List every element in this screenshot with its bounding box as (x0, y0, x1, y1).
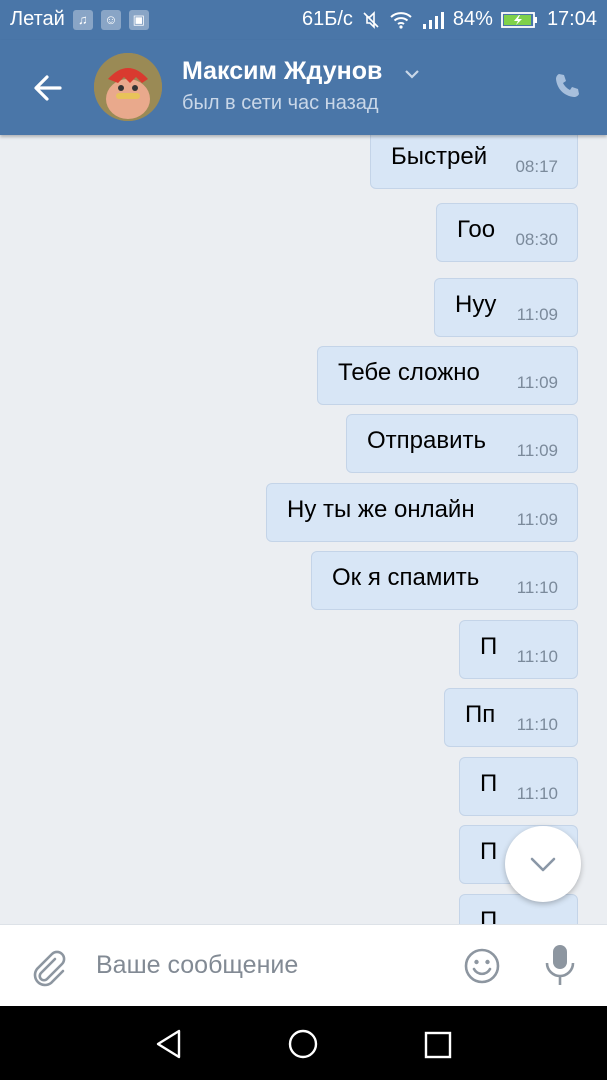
message-time: 11:09 (516, 305, 558, 324)
microphone-icon[interactable] (542, 943, 578, 989)
chat-header: Максим Ждунов был в сети час назад (0, 40, 607, 135)
emoji-icon[interactable] (463, 947, 501, 985)
avatar-image (94, 53, 162, 121)
message-bubble[interactable]: Ну ты же онлайн 11:09 (266, 483, 578, 542)
paperclip-icon[interactable] (28, 947, 68, 987)
message-text: Ок я спамить (332, 564, 480, 591)
message-time: 11:09 (516, 510, 558, 529)
clock: 17:04 (546, 8, 597, 30)
message-composer: Ваше сообщение (0, 924, 607, 1006)
contact-status: был в сети час назад (182, 92, 379, 114)
home-circle-icon[interactable] (287, 1028, 319, 1060)
message-time: 11:10 (516, 715, 558, 734)
battery-icon (501, 11, 537, 28)
message-bubble[interactable]: Тебе сложно 11:09 (317, 346, 578, 405)
wifi-icon (390, 11, 412, 29)
message-bubble[interactable]: П 11:10 (459, 620, 578, 679)
message-bubble[interactable]: Гоо 08:30 (436, 203, 578, 262)
message-text: Гоо (457, 216, 496, 243)
message-bubble[interactable]: Быстрей 08:17 (370, 135, 578, 189)
message-list[interactable]: Быстрей 08:17 Гоо 08:30 Нуу 11:09 Тебе слож… (0, 135, 607, 924)
mute-icon (363, 10, 379, 29)
recent-apps-icon[interactable] (423, 1030, 453, 1060)
message-time: 11:10 (516, 784, 558, 803)
message-text: Тебе сложно (338, 359, 480, 386)
message-input[interactable]: Ваше сообщение (96, 951, 298, 980)
status-right: 61Б/с 84% 17:04 (302, 8, 597, 31)
message-bubble[interactable]: Нуу 11:09 (434, 278, 578, 337)
status-left: Летай ♫ ☺ ▣ (10, 8, 149, 31)
contact-name[interactable]: Максим Ждунов (182, 57, 382, 86)
network-speed: 61Б/с (301, 8, 353, 30)
message-time: 08:17 (515, 157, 558, 176)
message-text: Отправить (367, 427, 487, 454)
carrier-name: Летай (10, 8, 65, 30)
status-bar: Летай ♫ ☺ ▣ 61Б/с 84% 17:04 (0, 0, 607, 40)
battery-percent: 84% (452, 8, 493, 30)
message-time: 11:09 (516, 373, 558, 392)
message-bubble[interactable]: Отправить 11:09 (346, 414, 578, 473)
message-time: 11:09 (516, 441, 558, 460)
message-bubble[interactable]: П (459, 894, 578, 924)
music-icon: ♫ (72, 9, 93, 30)
back-arrow-icon[interactable] (28, 68, 68, 108)
scroll-down-button[interactable] (505, 826, 581, 902)
back-triangle-icon[interactable] (153, 1028, 185, 1060)
message-text: П (480, 633, 498, 660)
message-time: 11:10 (516, 647, 558, 666)
message-text: П (480, 838, 498, 865)
message-text: Быстрей (391, 143, 488, 170)
system-navigation-bar (0, 1006, 607, 1080)
message-text: Пп (465, 701, 496, 728)
message-text: П (480, 907, 498, 924)
message-bubble[interactable]: Ок я спамить 11:10 (311, 551, 578, 610)
signal-icon (422, 11, 444, 29)
phone-icon[interactable] (551, 70, 583, 102)
chevron-down-icon (530, 857, 556, 872)
image-icon: ▣ (128, 9, 149, 30)
avatar[interactable] (94, 53, 162, 121)
message-text: Ну ты же онлайн (287, 496, 475, 523)
message-bubble[interactable]: П 11:10 (459, 757, 578, 816)
chevron-down-icon[interactable] (402, 64, 422, 84)
message-bubble[interactable]: Пп 11:10 (444, 688, 578, 747)
message-time: 08:30 (515, 230, 558, 249)
app-icon: ☺ (100, 9, 121, 30)
message-text: Нуу (455, 291, 497, 318)
message-text: П (480, 770, 498, 797)
message-time: 11:10 (516, 578, 558, 597)
